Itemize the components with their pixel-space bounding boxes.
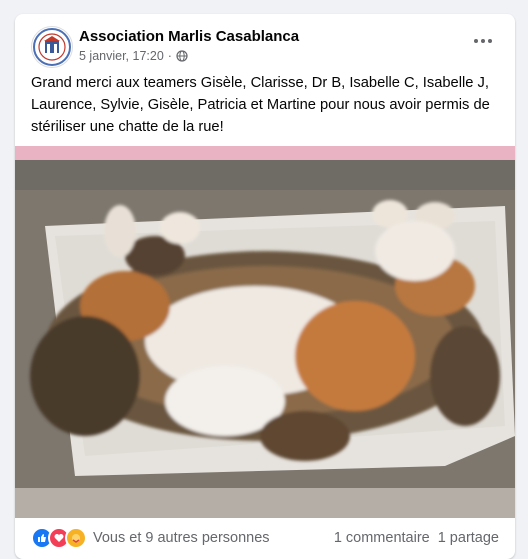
post-footer: Vous et 9 autres personnes 1 commentaire… <box>31 526 499 550</box>
post-meta: 5 janvier, 17:20 · <box>79 49 188 63</box>
shares-count[interactable]: 1 partage <box>438 530 499 546</box>
more-options-icon[interactable] <box>469 32 497 50</box>
page-avatar[interactable] <box>31 26 73 68</box>
post-card: Association Marlis Casablanca 5 janvier,… <box>15 14 515 559</box>
comments-count[interactable]: 1 commentaire <box>334 530 430 546</box>
care-icon <box>65 527 87 549</box>
reactions-count[interactable]: Vous et 9 autres personnes <box>93 530 270 546</box>
reaction-icons[interactable]: Vous et 9 autres personnes <box>31 527 270 549</box>
post-timestamp[interactable]: 5 janvier, 17:20 <box>79 49 164 63</box>
globe-icon[interactable] <box>176 50 188 62</box>
page-name-link[interactable]: Association Marlis Casablanca <box>79 28 299 45</box>
post-text: Grand merci aux teamers Gisèle, Clarisse… <box>31 75 490 135</box>
meta-separator: · <box>167 49 172 63</box>
post-photo[interactable] <box>15 146 515 518</box>
